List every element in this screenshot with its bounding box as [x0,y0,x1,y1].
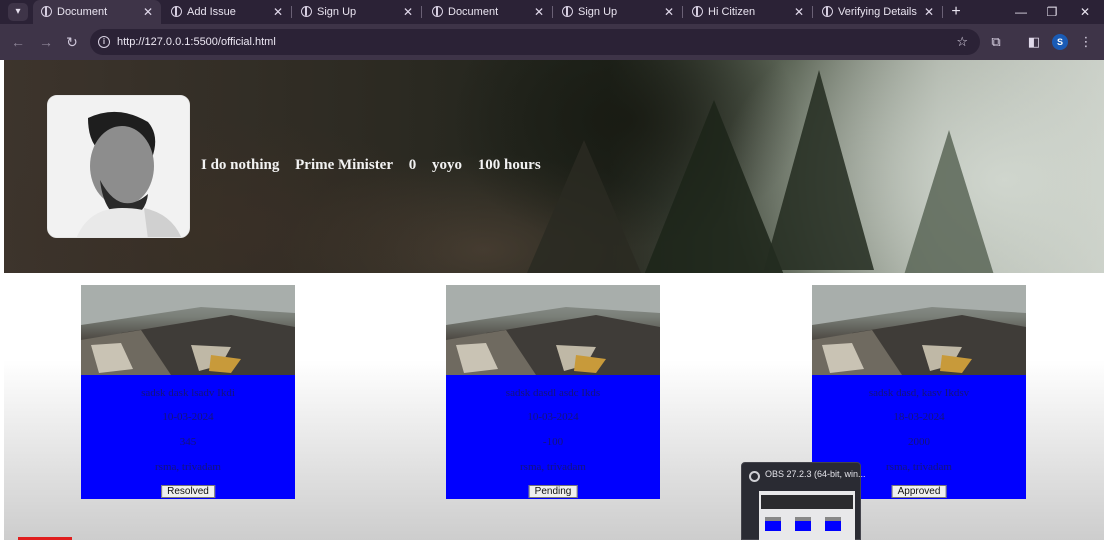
issue-location: rsma, trivadam [520,461,586,473]
issue-title: sadsk dasdl asdc Ikds [505,387,601,399]
close-icon[interactable]: ✕ [273,0,283,24]
profile-bio: I do nothing [201,157,280,173]
obs-thumbnail [759,491,855,540]
page-viewport: I do nothing Prime Minister 0 yoyo 100 h… [4,60,1104,540]
issue-details: sadsk dask lsadv Ikdi 10-03-2024 345 rsm… [81,375,295,499]
globe-icon [41,6,52,17]
close-icon[interactable]: ✕ [794,0,804,24]
issue-location: rsma, trivadam [155,461,221,473]
globe-icon [301,6,312,17]
new-tab-button[interactable]: + [947,0,965,24]
close-icon[interactable]: ✕ [534,0,544,24]
profile-summary: I do nothing Prime Minister 0 yoyo 100 h… [201,157,553,177]
obs-title: OBS 27.2.3 (64-bit, win... [765,469,866,479]
profile-role: Prime Minister [295,157,393,173]
issue-date: 10-03-2024 [162,411,214,423]
tab-strip: ▾ Document ✕ Add Issue ✕ Sign Up ✕ Docum… [0,0,1104,24]
tab-sign-up[interactable]: Sign Up ✕ [293,0,422,24]
forward-arrow-icon[interactable]: → [36,32,56,52]
tab-hi-citizen[interactable]: Hi Citizen ✕ [684,0,813,24]
globe-icon [822,6,833,17]
close-icon[interactable]: ✕ [664,0,674,24]
issue-amount: 2000 [908,436,930,448]
profile-count: 0 [408,157,417,173]
tab-title: Sign Up [578,6,618,18]
issue-card[interactable]: sadsk dask lsadv Ikdi 10-03-2024 345 rsm… [81,285,295,499]
bookmark-star-icon[interactable]: ☆ [956,29,968,55]
profile-hours: 100 hours [477,157,541,173]
tab-title: Document [448,6,499,18]
tab-title: Sign Up [317,6,357,18]
profile-avatar[interactable]: S [1052,34,1068,50]
browser-toolbar: ← → ↻ i http://127.0.0.1:5500/official.h… [0,24,1104,60]
globe-icon [692,6,703,17]
issue-details: sadsk dasdl asdc Ikds 10-03-2024 -100 rs… [446,375,660,499]
reload-icon[interactable]: ↻ [62,32,82,52]
close-window-button[interactable]: ✕ [1070,0,1100,24]
tab-title: Verifying Details [838,6,917,18]
issue-card[interactable]: sadsk dasdl asdc Ikds 10-03-2024 -100 rs… [446,285,660,499]
tab-document-2[interactable]: Document ✕ [424,0,553,24]
side-panel-icon[interactable]: ◧ [1024,32,1044,52]
issue-amount: 345 [179,436,197,448]
close-icon[interactable]: ✕ [143,0,153,24]
tab-title: Hi Citizen [708,6,756,18]
menu-kebab-icon[interactable]: ⋮ [1076,32,1096,52]
profile-banner: I do nothing Prime Minister 0 yoyo 100 h… [4,60,1104,273]
maximize-button[interactable]: ❐ [1037,0,1067,24]
url-text[interactable]: http://127.0.0.1:5500/official.html [117,29,276,55]
tab-title: Add Issue [187,6,236,18]
extensions-icon[interactable]: ⧉ [986,32,1006,52]
issue-photo [446,285,660,375]
tab-document[interactable]: Document ✕ [33,0,161,24]
address-bar[interactable]: i http://127.0.0.1:5500/official.html ☆ [90,29,980,55]
tab-search-icon[interactable]: ▾ [8,3,28,21]
status-button[interactable]: Approved [891,485,947,498]
status-button[interactable]: Pending [528,485,578,498]
status-button[interactable]: Resolved [161,485,215,498]
profile-name: yoyo [432,157,462,173]
globe-icon [562,6,573,17]
issue-photo [81,285,295,375]
close-icon[interactable]: ✕ [403,0,413,24]
issue-date: 18-03-2024 [893,411,945,423]
globe-icon [171,6,182,17]
obs-logo-icon [749,471,760,482]
issue-photo [812,285,1026,375]
issue-title: sadsk dasd, kasv Ikdsv [868,387,970,399]
profile-photo [47,95,190,238]
tab-add-issue[interactable]: Add Issue ✕ [163,0,292,24]
minimize-button[interactable]: — [1006,0,1036,24]
tab-title: Document [57,6,108,18]
globe-icon [432,6,443,17]
site-info-icon[interactable]: i [98,36,110,48]
obs-preview-popup[interactable]: OBS 27.2.3 (64-bit, win... [741,462,866,540]
close-icon[interactable]: ✕ [924,0,934,24]
tab-sign-up-2[interactable]: Sign Up ✕ [554,0,683,24]
issue-amount: -100 [542,436,564,448]
issue-date: 10-03-2024 [527,411,579,423]
back-arrow-icon[interactable]: ← [8,32,28,52]
issue-title: sadsk dask lsadv Ikdi [141,387,235,399]
profile-photo-image [48,96,189,237]
tab-verifying-details[interactable]: Verifying Details ✕ [814,0,943,24]
